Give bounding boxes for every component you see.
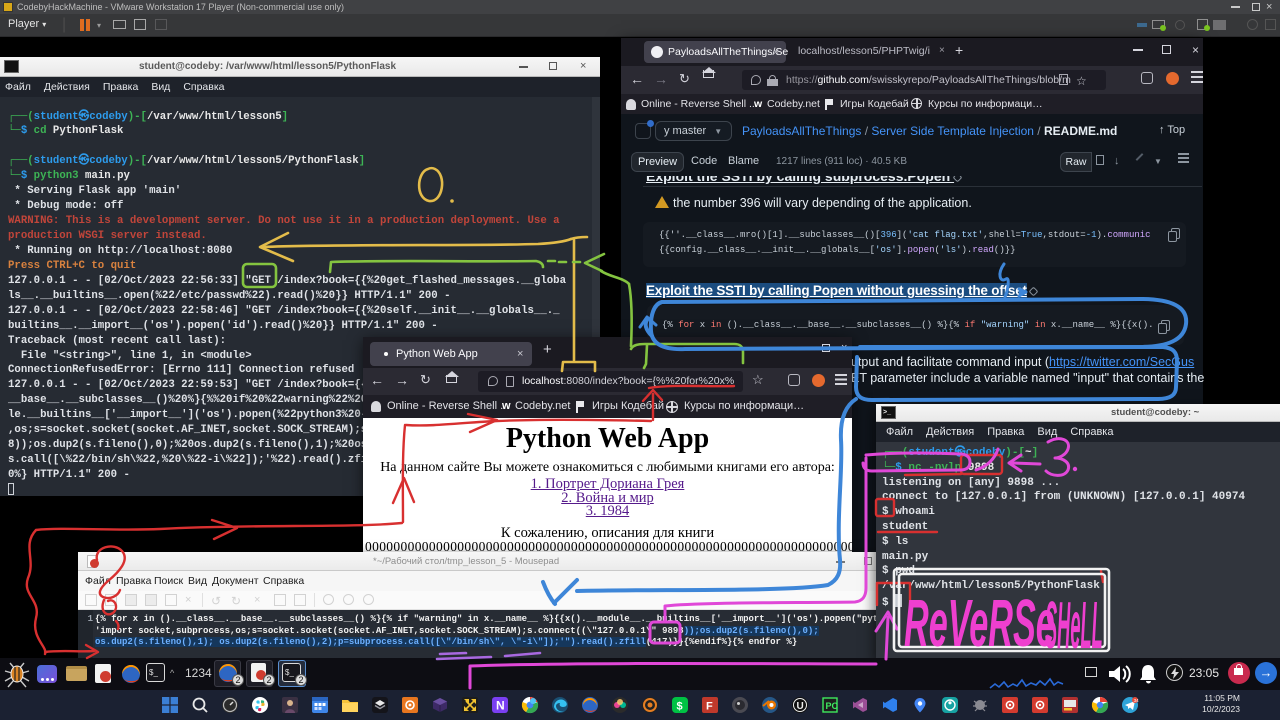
- svg-text:$: $: [677, 701, 683, 713]
- svg-text:34: 34: [1134, 698, 1140, 703]
- svg-text:F: F: [706, 701, 713, 713]
- svg-text:N: N: [496, 699, 505, 713]
- svg-text:U: U: [797, 701, 804, 712]
- svg-text:PC: PC: [826, 701, 839, 711]
